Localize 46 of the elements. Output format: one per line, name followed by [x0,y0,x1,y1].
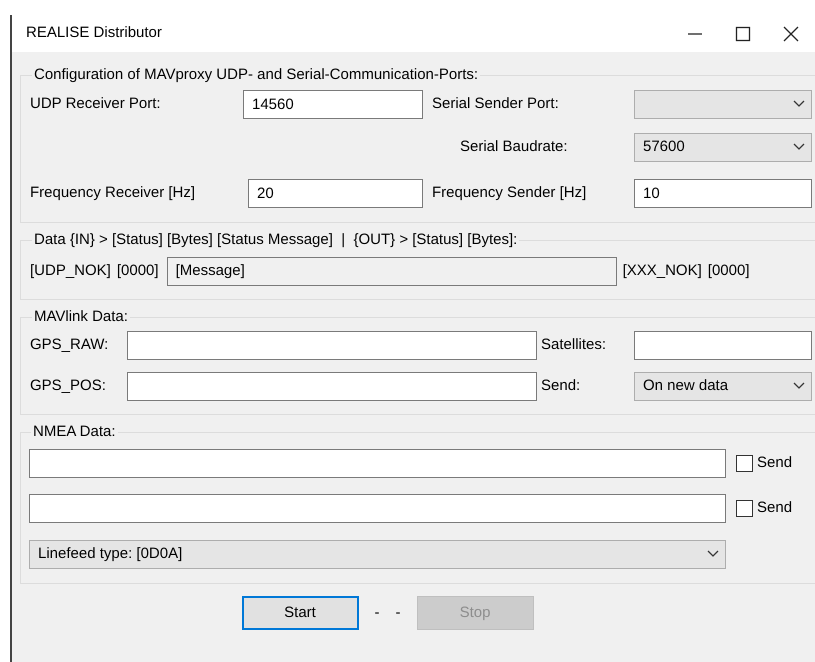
checkbox-label: Send [757,498,792,518]
field-label: GPS_RAW: [30,336,108,353]
chevron-down-icon [707,550,719,558]
field-label: Satellites: [541,336,606,353]
checkbox[interactable] [736,500,753,517]
status-text: [0000] [708,260,750,281]
checkbox[interactable] [736,455,753,472]
group-legend: NMEA Data: [31,423,118,441]
dropdown-value: 57600 [643,136,685,157]
input-field[interactable]: 20 [248,178,423,208]
dropdown-value: Linefeed type: [0D0A] [38,544,182,564]
field-label: Serial Baudrate: [460,138,568,155]
chevron-down-icon [793,382,805,390]
close-icon[interactable] [782,26,800,42]
field-label: Send: [541,376,580,394]
group-legend: Data {IN} > [Status] [Bytes] [Status Message] | {OUT} > [Status] [Bytes]: [32,231,520,249]
send-mode-dropdown[interactable]: On new data [634,372,812,400]
input-field[interactable]: 10 [634,178,812,208]
message-text: [Message] [176,260,245,281]
status-text: [UDP_NOK] [30,260,111,281]
separator-text: - [374,602,380,623]
maximize-icon[interactable] [734,26,752,42]
input-field[interactable] [29,494,726,523]
dropdown-value: On new data [643,376,728,396]
group-legend: Configuration of MAVproxy UDP- and Serial-Communication-Ports: [32,66,480,84]
linefeed-dropdown[interactable]: Linefeed type: [0D0A] [29,540,726,568]
status-text: [XXX_NOK] [622,260,702,281]
input-field[interactable] [127,330,537,360]
field-label: Frequency Receiver [Hz] [30,184,196,201]
input-field[interactable] [29,449,726,478]
chevron-down-icon [793,143,805,151]
field-label: Serial Sender Port: [432,94,559,112]
status-text: [0000] [116,260,159,281]
checkbox-label: Send [757,453,792,474]
field-label: UDP Receiver Port: [30,94,161,112]
baudrate-dropdown[interactable]: 57600 [634,132,812,162]
input-field[interactable] [634,330,812,360]
chevron-down-icon [793,100,805,108]
field-label: GPS_POS: [30,376,106,394]
separator-text: - [396,602,400,623]
field-label: Frequency Sender [Hz] [432,184,586,201]
window-title: REALISE Distributor [26,23,163,44]
input-field[interactable]: 14560 [243,90,423,118]
input-field[interactable] [127,372,537,400]
group-legend: MAVlink Data: [32,308,130,326]
button[interactable]: Start [242,596,358,630]
